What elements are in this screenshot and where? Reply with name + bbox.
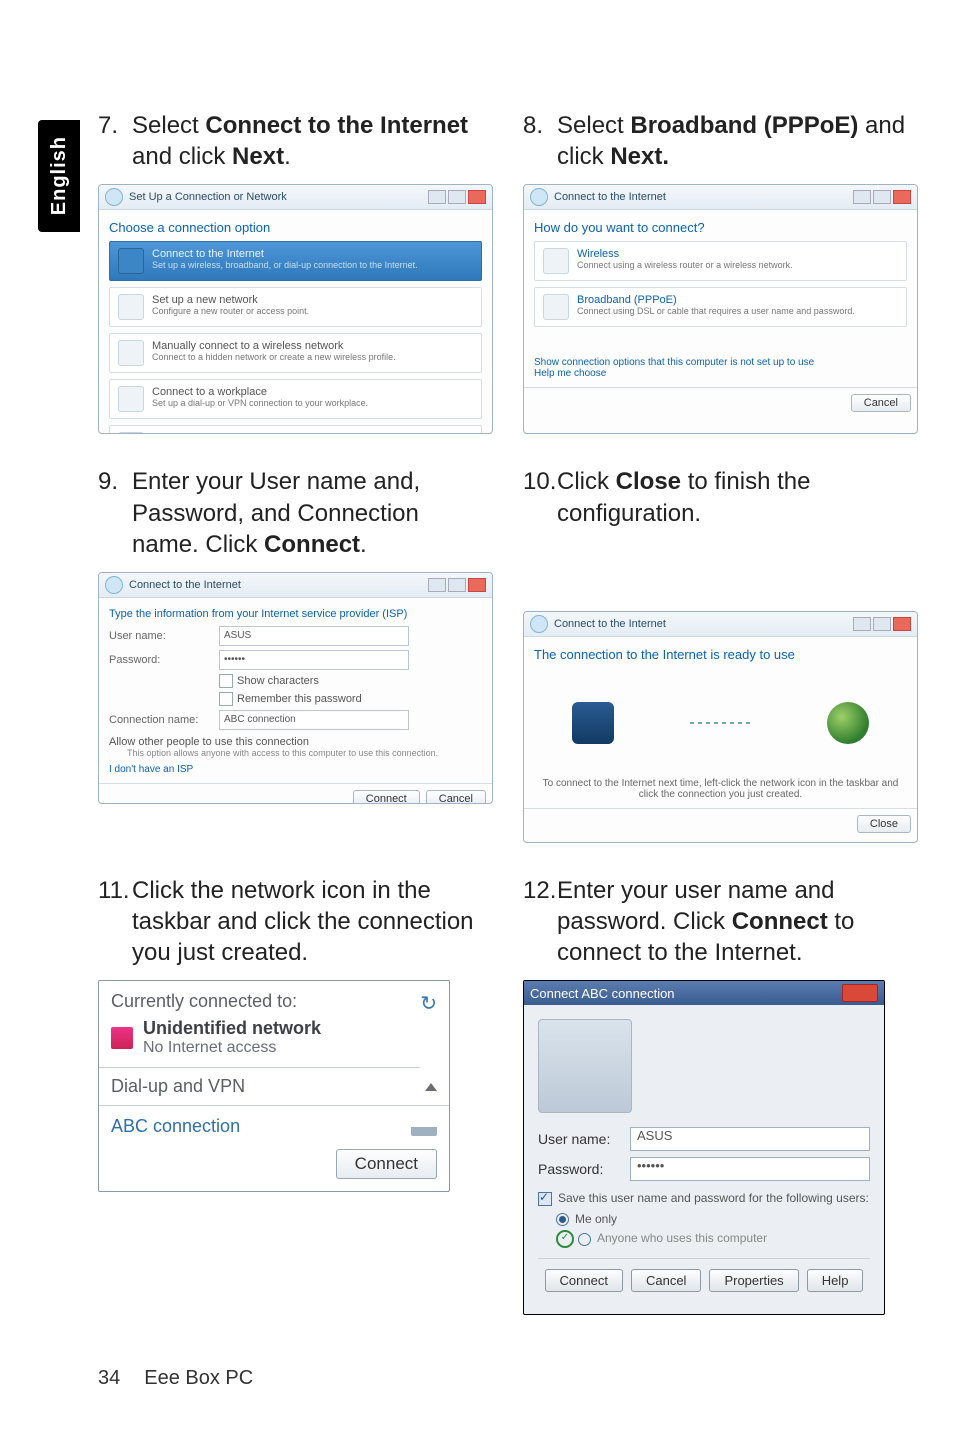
step-12-text: 12.Enter your user name and password. Cl… <box>523 875 918 969</box>
close-icon[interactable] <box>468 578 486 592</box>
option-dialup[interactable]: Set up a dial-up connectionConnect to th… <box>109 425 482 434</box>
step-9-text: 9.Enter your User name and, Password, an… <box>98 466 493 560</box>
password-label: Password: <box>109 654 219 666</box>
step-11-text: 11.Click the network icon in the taskbar… <box>98 875 493 969</box>
building-icon <box>118 386 144 412</box>
minimize-icon[interactable] <box>853 617 871 631</box>
close-icon[interactable] <box>893 190 911 204</box>
connect-button[interactable]: Connect <box>336 1149 437 1179</box>
help-button[interactable]: Help <box>807 1269 864 1292</box>
close-icon[interactable] <box>468 190 486 204</box>
avatar-icon <box>538 1019 632 1113</box>
username-label: User name: <box>538 1131 630 1147</box>
step-10-text: 10.Click Close to finish the configurati… <box>523 466 918 528</box>
cancel-button[interactable]: Cancel <box>426 790 486 804</box>
router-icon <box>118 294 144 320</box>
me-only-radio[interactable] <box>556 1213 569 1226</box>
connection-item[interactable]: ABC connection <box>99 1106 449 1149</box>
wifi-icon <box>118 340 144 366</box>
signal-icon <box>543 248 569 274</box>
dialog-title: Connect ABC connection <box>530 986 675 1001</box>
dialog-heading: Type the information from your Internet … <box>109 608 482 620</box>
step-8-text: 8.Select Broadband (PPPoE) and click Nex… <box>523 110 918 172</box>
properties-button[interactable]: Properties <box>709 1269 798 1292</box>
close-icon[interactable] <box>842 984 878 1002</box>
username-label: User name: <box>109 630 219 642</box>
username-input[interactable]: ASUS <box>219 626 409 646</box>
globe-icon <box>827 702 869 744</box>
close-button[interactable]: Close <box>857 815 911 833</box>
refresh-icon[interactable]: ↻ <box>420 991 437 1016</box>
dialog-title: Connect to the Internet <box>554 618 666 630</box>
dialog-choose-connection: Set Up a Connection or Network Choose a … <box>98 184 493 434</box>
signal-icon <box>411 1118 437 1136</box>
dialog-how-connect: Connect to the Internet How do you want … <box>523 184 918 434</box>
shield-icon: ✓ <box>556 1230 574 1248</box>
back-icon[interactable] <box>105 188 123 206</box>
globe-icon <box>118 248 144 274</box>
modem-icon <box>543 294 569 320</box>
credentials-dialog: Connect ABC connection User name:ASUS Pa… <box>523 980 885 1315</box>
page-footer: 34 Eee Box PC <box>98 1367 253 1390</box>
language-tab-label: English <box>48 136 71 215</box>
connect-button[interactable]: Connect <box>353 790 420 804</box>
option-workplace[interactable]: Connect to a workplaceSet up a dial-up o… <box>109 379 482 419</box>
network-flyout: Currently connected to:↻ Unidentified ne… <box>98 980 450 1192</box>
maximize-icon[interactable] <box>873 190 891 204</box>
dialog-title: Connect to the Internet <box>554 191 666 203</box>
close-icon[interactable] <box>893 617 911 631</box>
maximize-icon[interactable] <box>873 617 891 631</box>
password-input[interactable]: •••••• <box>219 650 409 670</box>
back-icon[interactable] <box>530 188 548 206</box>
password-label: Password: <box>538 1161 630 1177</box>
show-chars-checkbox[interactable] <box>219 674 233 688</box>
chevron-up-icon <box>425 1083 437 1091</box>
current-network: Unidentified networkNo Internet access <box>99 1014 420 1068</box>
dialog-isp-info: Connect to the Internet Type the informa… <box>98 572 493 804</box>
flyout-header: Currently connected to:↻ <box>99 981 449 1014</box>
option-new-network[interactable]: Set up a new networkConfigure a new rout… <box>109 287 482 327</box>
minimize-icon[interactable] <box>853 190 871 204</box>
conn-name-input[interactable]: ABC connection <box>219 710 409 730</box>
connect-button[interactable]: Connect <box>545 1269 623 1292</box>
show-more-link[interactable]: Show connection options that this comput… <box>534 357 907 368</box>
no-isp-link[interactable]: I don't have an ISP <box>109 764 482 775</box>
dialog-title: Connect to the Internet <box>129 579 241 591</box>
option-broadband[interactable]: Broadband (PPPoE)Connect using DSL or ca… <box>534 287 907 327</box>
dialog-connection-ready: Connect to the Internet The connection t… <box>523 611 918 843</box>
completion-hint: To connect to the Internet next time, le… <box>534 778 907 800</box>
connection-line-icon <box>690 722 750 724</box>
dialog-title: Set Up a Connection or Network <box>129 191 287 203</box>
network-status-icon <box>111 1027 133 1049</box>
dialog-heading: The connection to the Internet is ready … <box>534 647 907 662</box>
anyone-radio[interactable] <box>578 1233 591 1246</box>
monitor-icon <box>572 702 614 744</box>
remember-checkbox[interactable] <box>219 692 233 706</box>
password-input[interactable]: •••••• <box>630 1157 870 1181</box>
save-credentials-checkbox[interactable] <box>538 1192 552 1206</box>
step-7-text: 7.Select Connect to the Internet and cli… <box>98 110 493 172</box>
option-wireless[interactable]: WirelessConnect using a wireless router … <box>534 241 907 281</box>
back-icon[interactable] <box>530 615 548 633</box>
maximize-icon[interactable] <box>448 190 466 204</box>
back-icon[interactable] <box>105 576 123 594</box>
minimize-icon[interactable] <box>428 190 446 204</box>
dialog-heading: Choose a connection option <box>109 220 482 235</box>
dialog-heading: How do you want to connect? <box>534 220 907 235</box>
option-connect-internet[interactable]: Connect to the InternetSet up a wireless… <box>109 241 482 281</box>
cancel-button[interactable]: Cancel <box>631 1269 701 1292</box>
option-manual-wireless[interactable]: Manually connect to a wireless networkCo… <box>109 333 482 373</box>
conn-name-label: Connection name: <box>109 714 219 726</box>
minimize-icon[interactable] <box>428 578 446 592</box>
maximize-icon[interactable] <box>448 578 466 592</box>
username-input[interactable]: ASUS <box>630 1127 870 1151</box>
phone-icon <box>118 432 144 434</box>
cancel-button[interactable]: Cancel <box>851 394 911 412</box>
dialup-vpn-section[interactable]: Dial-up and VPN <box>99 1068 449 1106</box>
page-number: 34 <box>98 1367 120 1389</box>
help-choose-link[interactable]: Help me choose <box>534 368 907 379</box>
footer-title: Eee Box PC <box>144 1367 253 1389</box>
language-tab: English <box>38 120 80 232</box>
